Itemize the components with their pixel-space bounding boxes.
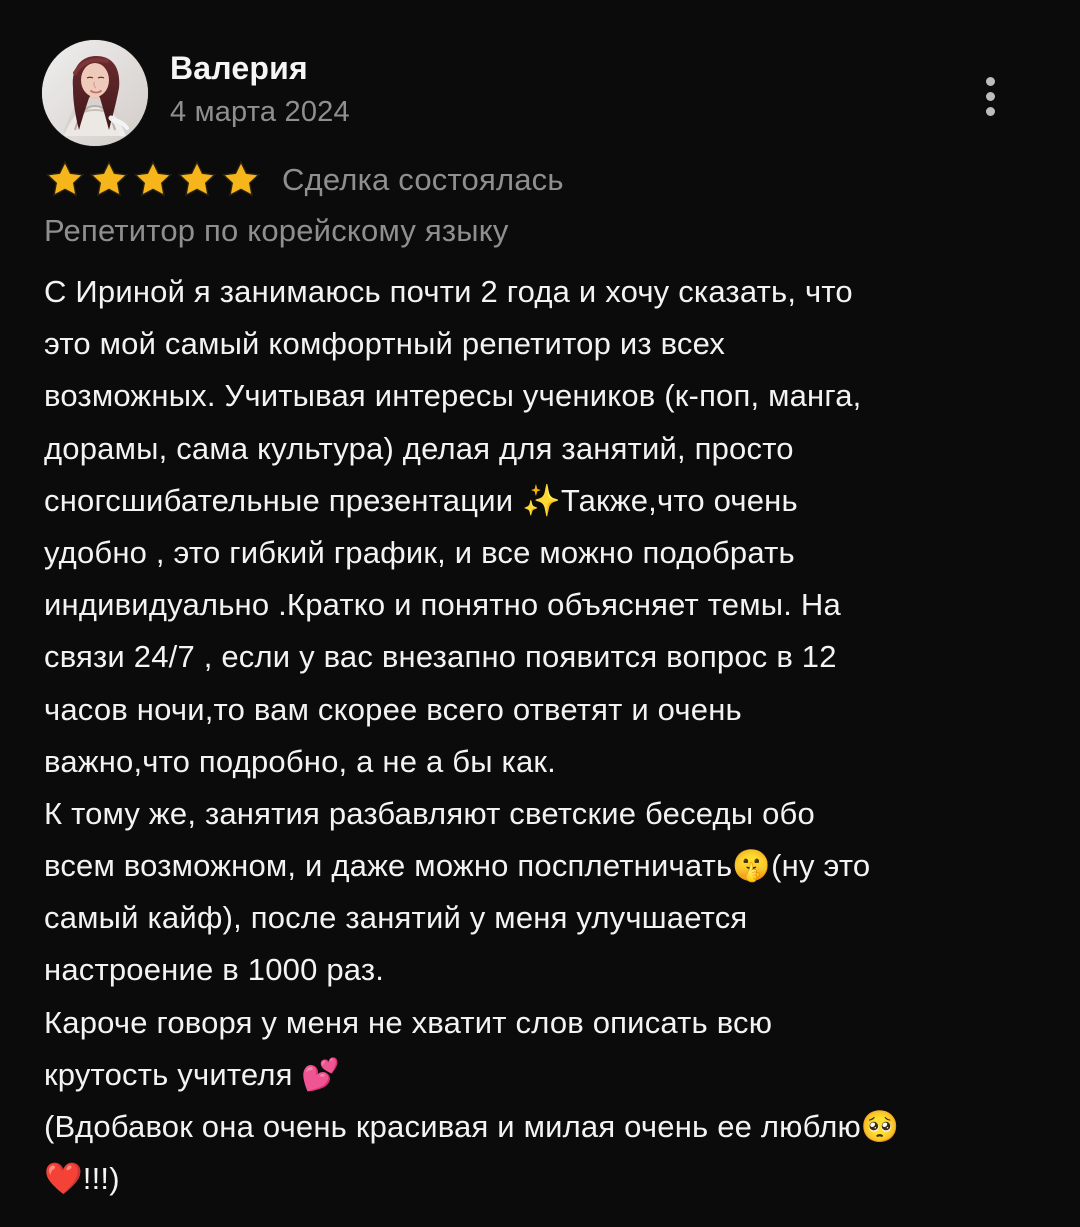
review-line: индивидуально .Кратко и понятно объясняе…	[44, 587, 841, 623]
service-name: Репетитор по корейскому языку	[44, 213, 509, 248]
avatar[interactable]	[42, 40, 148, 146]
review-line: К тому же, занятия разбавляют светские б…	[44, 795, 815, 831]
author-name[interactable]: Валерия	[170, 50, 308, 87]
star-icon	[133, 160, 173, 197]
star-icon	[177, 160, 217, 197]
review-line: дорамы, сама культура) делая для занятий…	[44, 430, 794, 466]
review-line: (Вдобавок она очень красивая и милая оче…	[44, 1109, 900, 1144]
review-line: связи 24/7 , если у вас внезапно появитс…	[44, 639, 837, 675]
review-line: С Ириной я занимаюсь почти 2 года и хочу…	[44, 274, 853, 309]
star-icon	[221, 160, 261, 197]
review-line: часов ночи,то вам скорее всего ответят и…	[44, 691, 742, 727]
star-icon	[89, 160, 129, 197]
review-line: настроение в 1000 раз.	[44, 952, 385, 988]
more-vertical-icon	[985, 106, 995, 116]
review-date: 4 марта 2024	[170, 96, 350, 128]
review-line: сногсшибательные презентации ✨Также,что …	[44, 482, 798, 518]
more-vertical-icon	[985, 76, 995, 86]
star-icon	[45, 160, 85, 197]
rating-stars	[44, 159, 262, 201]
review-line: всем возможном, и даже можно посплетнича…	[44, 848, 871, 884]
avatar-image	[42, 40, 148, 146]
review-header: Валерия 4 марта 2024	[42, 40, 1042, 148]
review-line: это мой самый комфортный репетитор из вс…	[44, 326, 726, 362]
more-vertical-icon	[985, 91, 995, 101]
deal-status: Сделка состоялась	[282, 162, 564, 197]
review-text: С Ириной я занимаюсь почти 2 года и хочу…	[44, 266, 1038, 1205]
review-line: возможных. Учитывая интересы учеников (к…	[44, 378, 862, 414]
review-line: самый кайф), после занятий у меня улучша…	[44, 900, 748, 936]
review-line: удобно , это гибкий график, и все можно …	[44, 534, 795, 570]
review-card: Валерия 4 марта 2024 Сделка состоялась Р…	[0, 0, 1080, 1227]
review-line: важно,что подробно, а не а бы как.	[44, 743, 556, 779]
rating-row: Сделка состоялась	[44, 158, 564, 202]
review-line: крутость учителя 💕	[44, 1056, 341, 1092]
review-line: ❤️!!!)	[44, 1161, 120, 1197]
more-options-button[interactable]	[973, 72, 1007, 120]
review-line: Кароче говоря у меня не хватит слов опис…	[44, 1004, 773, 1040]
